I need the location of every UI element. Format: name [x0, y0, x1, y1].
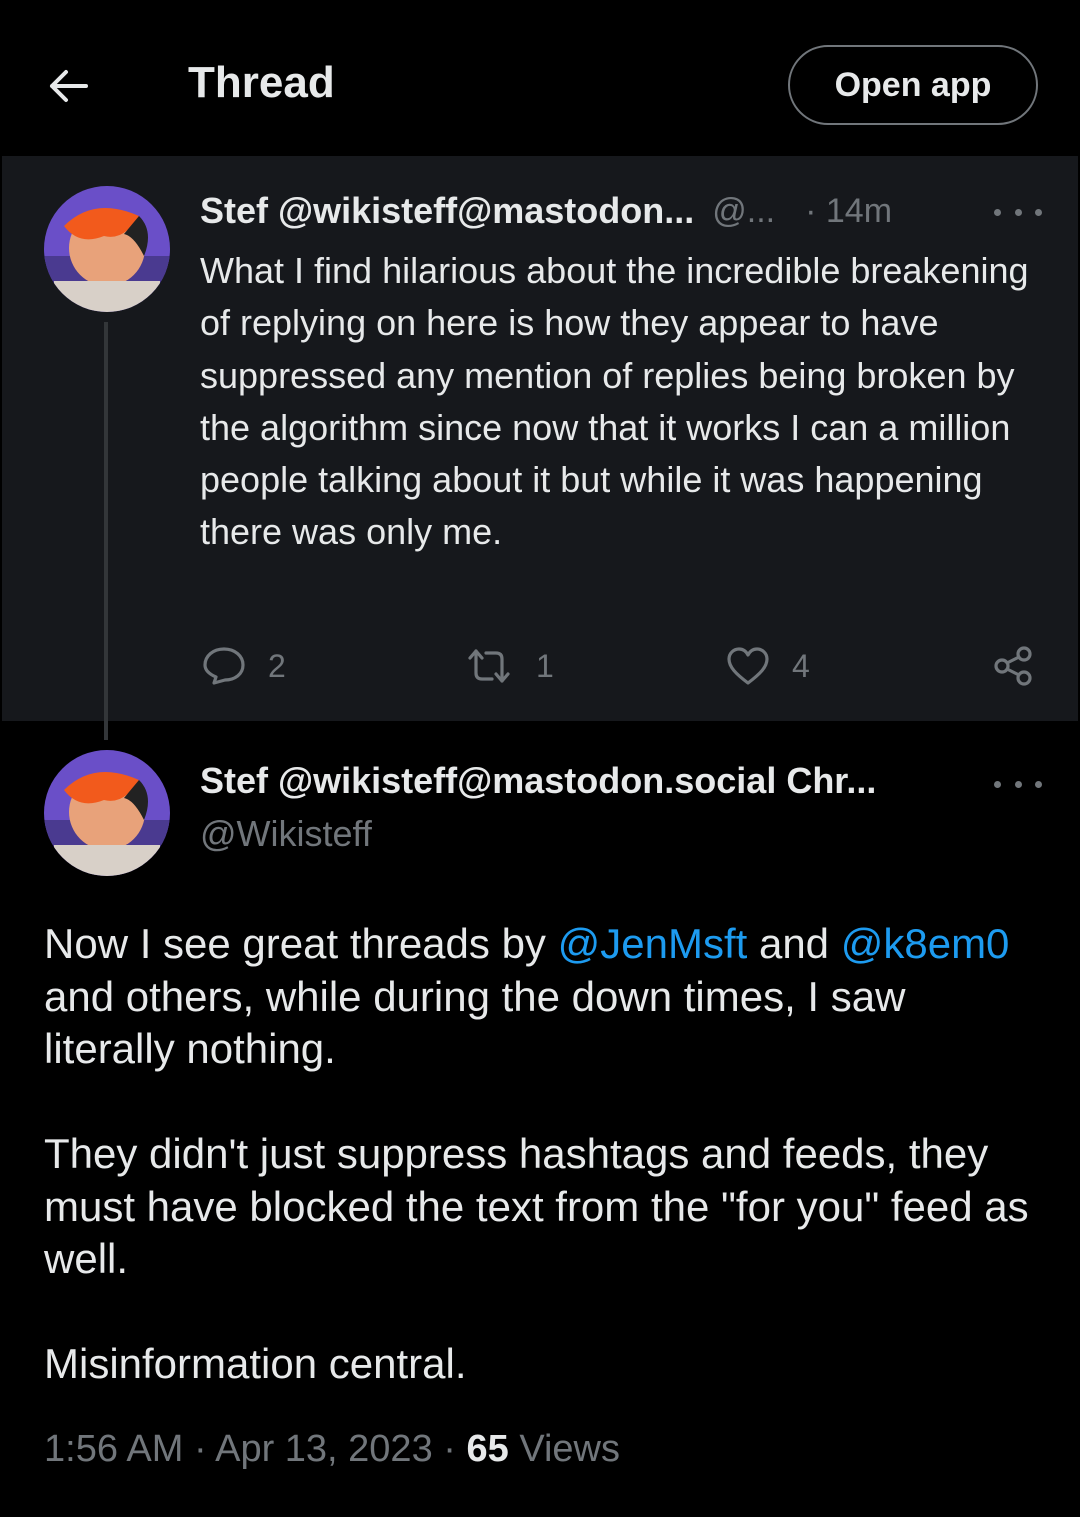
- author-name[interactable]: Stef @wikisteff@mastodon...: [200, 190, 694, 232]
- action-bar: 2 1 4: [0, 636, 1080, 696]
- main-tweet-text: Now I see great threads by @JenMsft and …: [44, 918, 1044, 1391]
- reply-button[interactable]: 2: [202, 636, 286, 696]
- avatar[interactable]: [44, 186, 170, 312]
- tweet-meta: 1:56 AM · Apr 13, 2023 · 65 Views: [44, 1428, 620, 1471]
- reply-icon: [203, 647, 245, 685]
- views-count: 65: [466, 1428, 509, 1470]
- text-segment: and: [747, 920, 841, 967]
- more-icon[interactable]: [994, 772, 1042, 796]
- avatar[interactable]: [44, 750, 170, 876]
- author-name[interactable]: Stef @wikisteff@mastodon.social Chr...: [200, 760, 876, 802]
- tweet-paragraph: Now I see great threads by @JenMsft and …: [44, 918, 1044, 1076]
- more-icon[interactable]: [994, 200, 1042, 224]
- parent-tweet-text: What I find hilarious about the incredib…: [200, 250, 1029, 553]
- tweet-paragraph: They didn't just suppress hashtags and f…: [44, 1130, 1029, 1282]
- share-icon: [994, 646, 1032, 686]
- timestamp[interactable]: 1:56 AM · Apr 13, 2023 ·: [44, 1428, 466, 1470]
- text-segment: and others, while during the down times,…: [44, 972, 906, 1073]
- tweet-paragraph: Misinformation central.: [44, 1340, 467, 1387]
- text-segment: Now I see great threads by: [44, 920, 558, 967]
- author-handle[interactable]: @...: [712, 192, 775, 231]
- like-button[interactable]: 4: [726, 636, 810, 696]
- open-app-button[interactable]: Open app: [788, 45, 1038, 125]
- parent-tweet-header: Stef @wikisteff@mastodon... @... · 14m: [200, 186, 1000, 236]
- retweet-button[interactable]: 1: [464, 636, 554, 696]
- mention-link[interactable]: @k8em0: [841, 920, 1010, 967]
- like-icon: [727, 647, 769, 685]
- page-title: Thread: [188, 58, 335, 107]
- mention-link[interactable]: @JenMsft: [558, 920, 748, 967]
- author-handle[interactable]: @Wikisteff: [200, 813, 372, 855]
- reply-count: 2: [268, 647, 286, 684]
- top-bar: Thread Open app: [0, 0, 1080, 156]
- like-count: 4: [792, 647, 810, 684]
- retweet-icon: [468, 649, 510, 683]
- tweet-time[interactable]: · 14m: [805, 192, 892, 231]
- share-button[interactable]: [992, 636, 1034, 696]
- views-label: Views: [508, 1428, 621, 1470]
- retweet-count: 1: [536, 647, 554, 684]
- back-arrow-icon[interactable]: [44, 62, 92, 110]
